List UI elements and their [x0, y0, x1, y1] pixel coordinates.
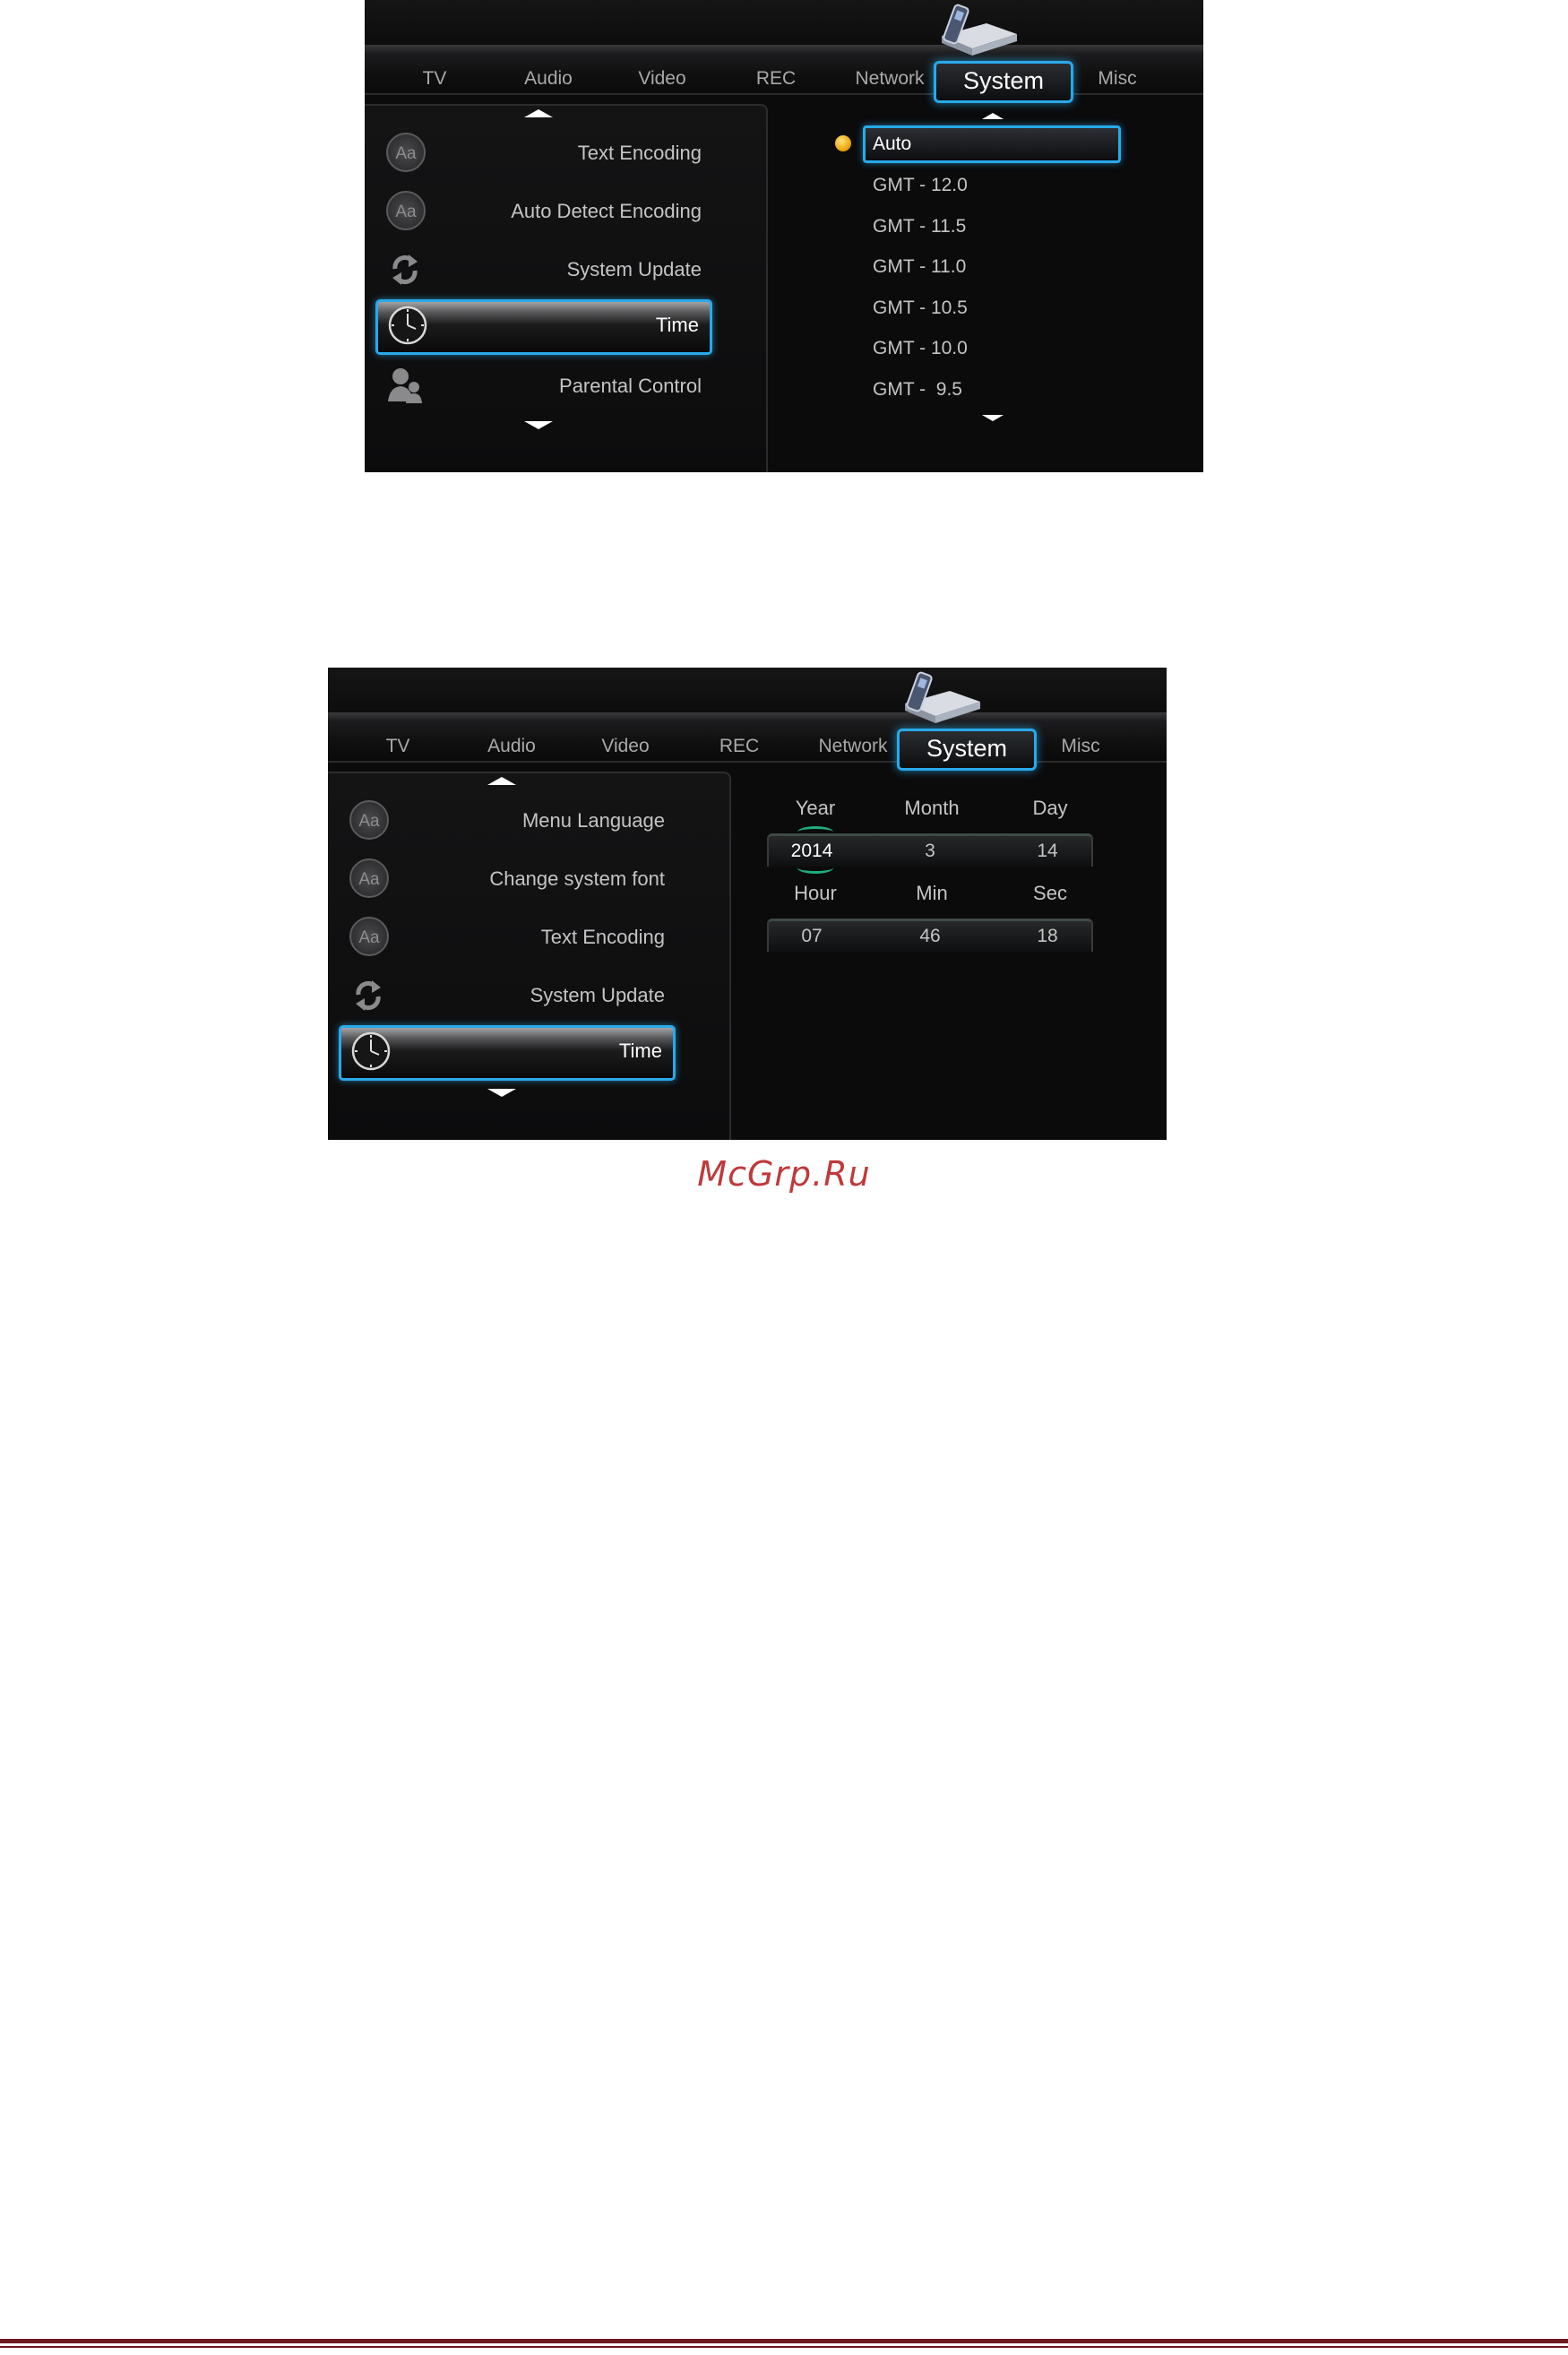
tab-network[interactable]: Network — [855, 68, 924, 90]
tab-network[interactable]: Network — [818, 736, 887, 757]
min-field[interactable]: 46 — [919, 926, 940, 947]
day-label: Day — [1032, 797, 1068, 819]
tab-audio[interactable]: Audio — [524, 68, 573, 90]
min-label: Min — [916, 882, 948, 904]
tab-video[interactable]: Video — [638, 68, 685, 90]
aa-icon: Aa — [386, 191, 426, 230]
aa-icon: Aa — [349, 800, 389, 840]
focus-indicator — [797, 862, 833, 874]
aa-icon: Aa — [349, 858, 389, 898]
refresh-icon — [392, 254, 418, 285]
aa-icon: Aa — [386, 133, 426, 172]
timezone-option[interactable]: GMT - 9.5 — [873, 379, 962, 401]
menu-item-auto-detect-encoding[interactable]: Aa Auto Detect Encoding — [375, 185, 712, 236]
timezone-option[interactable]: GMT - 12.0 — [873, 175, 968, 196]
timezone-option-selected[interactable]: Auto — [863, 125, 1121, 163]
menu-item-time[interactable]: Time — [375, 299, 712, 355]
clock-icon — [351, 1031, 391, 1071]
timezone-option[interactable]: GMT - 11.0 — [873, 256, 966, 278]
aa-icon: Aa — [349, 917, 389, 956]
scroll-up-arrow-icon[interactable] — [524, 109, 553, 117]
menu-item-time[interactable]: Time — [339, 1025, 676, 1081]
timezone-option[interactable]: GMT - 10.0 — [873, 338, 968, 359]
scroll-down-arrow-icon[interactable] — [524, 421, 553, 429]
media-player-device-icon — [942, 4, 1017, 56]
tab-system[interactable]: System — [933, 61, 1074, 103]
menu-item-text-encoding[interactable]: Aa Text Encoding — [339, 911, 676, 962]
tab-system[interactable]: System — [896, 729, 1038, 771]
day-field[interactable]: 14 — [1037, 841, 1057, 862]
clock-icon — [388, 306, 427, 345]
selected-radio-icon — [835, 135, 851, 151]
timezone-settings-screen: TV Audio Video REC Network System Misc A… — [365, 0, 1203, 472]
list-scroll-down-arrow-icon[interactable] — [982, 415, 1004, 421]
parental-control-icon — [388, 368, 422, 403]
tab-rec[interactable]: REC — [756, 68, 796, 90]
tab-video[interactable]: Video — [601, 736, 649, 757]
hour-field[interactable]: 07 — [801, 926, 822, 947]
month-label: Month — [904, 797, 960, 819]
year-field[interactable]: 2014 — [791, 841, 833, 862]
menu-item-parental-control[interactable]: Parental Control — [375, 360, 712, 410]
tab-audio[interactable]: Audio — [487, 736, 536, 757]
refresh-icon — [356, 980, 381, 1011]
scroll-up-arrow-icon[interactable] — [487, 777, 516, 785]
media-player-device-icon — [905, 671, 980, 723]
tab-tv[interactable]: TV — [423, 68, 447, 90]
footer-rule — [0, 2339, 1568, 2348]
menu-item-menu-language[interactable]: Aa Menu Language — [339, 795, 676, 845]
month-field[interactable]: 3 — [925, 841, 935, 862]
menu-item-system-update[interactable]: System Update — [339, 970, 676, 1020]
tab-rec[interactable]: REC — [719, 736, 759, 757]
menu-item-change-system-font[interactable]: Aa Change system font — [339, 853, 676, 903]
menu-item-system-update[interactable]: System Update — [375, 244, 712, 294]
tab-tv[interactable]: TV — [386, 736, 410, 757]
timezone-option[interactable]: GMT - 11.5 — [873, 216, 966, 237]
sec-field[interactable]: 18 — [1037, 926, 1057, 947]
scroll-down-arrow-icon[interactable] — [487, 1089, 516, 1097]
tab-misc[interactable]: Misc — [1061, 736, 1099, 757]
timezone-option[interactable]: GMT - 10.5 — [873, 298, 968, 319]
watermark-text: McGrp.Ru — [697, 1154, 871, 1194]
tab-misc[interactable]: Misc — [1098, 68, 1136, 90]
menu-item-text-encoding[interactable]: Aa Text Encoding — [375, 127, 712, 177]
list-scroll-up-arrow-icon[interactable] — [982, 113, 1004, 119]
year-label: Year — [795, 797, 836, 819]
category-tab-bar: TV Audio Video REC Network System Misc — [365, 45, 1203, 103]
hour-label: Hour — [794, 882, 837, 904]
category-tab-bar: TV Audio Video REC Network System Misc — [328, 712, 1167, 771]
date-time-settings-screen: TV Audio Video REC Network System Misc A… — [328, 668, 1167, 1140]
sec-label: Sec — [1033, 882, 1067, 904]
